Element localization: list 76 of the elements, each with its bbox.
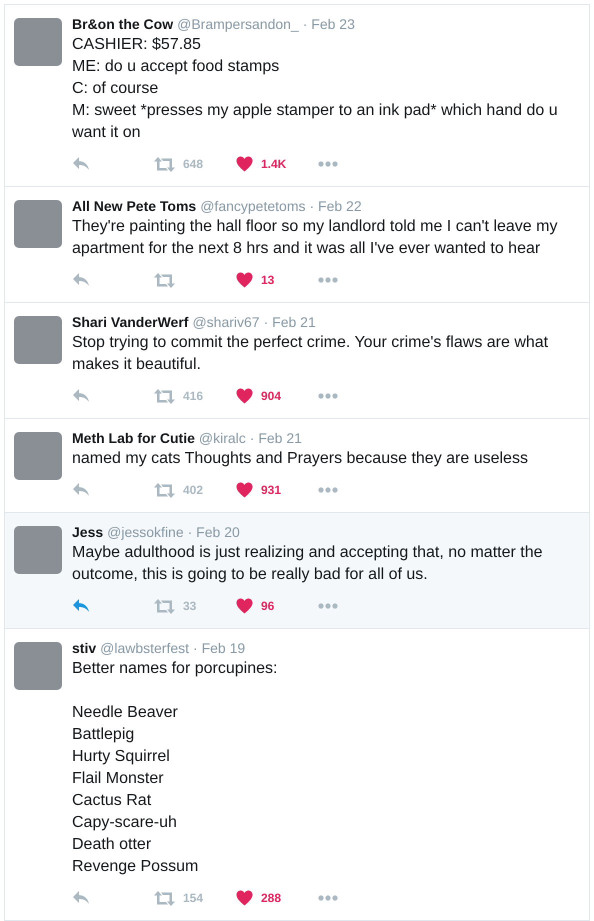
user-name[interactable]: All New Pete Toms — [72, 198, 196, 214]
tweet-text: Flail Monster — [72, 769, 165, 789]
user-name[interactable]: Shari VanderWerf — [72, 314, 188, 330]
user-handle[interactable]: @kiralc — [198, 430, 246, 446]
avatar-photo-placeholder[interactable] — [14, 200, 62, 248]
heart-icon[interactable] — [236, 388, 253, 404]
reply-icon[interactable] — [72, 482, 91, 498]
user-handle[interactable]: @jessokfine — [107, 524, 184, 540]
tweet-text: Capy-scare-uh — [72, 813, 178, 833]
reply-icon[interactable] — [72, 156, 91, 172]
tweet-text: Battlepig — [72, 725, 136, 745]
retweet-icon[interactable] — [154, 482, 175, 498]
retweet-count: 33 — [183, 599, 196, 613]
retweet-icon[interactable] — [154, 388, 175, 404]
reply-icon[interactable] — [72, 598, 91, 614]
avatar-photo-placeholder[interactable] — [14, 642, 62, 690]
tweet-text: Needle Beaver — [72, 703, 179, 723]
tweet-text: named my cats Thoughts and Prayers because they are useless — [72, 449, 529, 469]
like-count: 904 — [261, 389, 282, 403]
more-icon[interactable] — [318, 895, 338, 901]
more-icon[interactable] — [318, 277, 338, 283]
user-handle[interactable]: @Brampersandon_ — [177, 16, 299, 32]
reply-icon[interactable] — [72, 890, 91, 906]
tweet-text: Better names for porcupines: — [72, 659, 278, 679]
retweet-icon[interactable] — [154, 272, 175, 288]
tweet-text: They're painting the hall floor so my landlord told me I can't leave my apartment for the next 8 hrs and it was all I've ever wanted to hear — [72, 217, 558, 259]
retweet-count: 154 — [183, 891, 204, 905]
avatar-photo-placeholder[interactable] — [14, 316, 62, 364]
user-handle[interactable]: @shariv67 — [192, 314, 260, 330]
more-icon[interactable] — [318, 603, 338, 609]
retweet-icon[interactable] — [154, 156, 175, 172]
more-icon[interactable] — [318, 161, 338, 167]
user-name[interactable]: Jess — [72, 524, 104, 540]
tweet-text: Maybe adulthood is just realizing and accepting that, no matter the outcome, this is going to be really bad for all of us. — [72, 543, 544, 585]
tweet-text: Stop trying to commit the perfect crime. Your crime's flaws are what makes it beautiful. — [72, 333, 550, 375]
like-count: 13 — [261, 273, 274, 287]
tweet-date[interactable]: · Feb 22 — [309, 198, 362, 214]
user-name[interactable]: Meth Lab for Cutie — [72, 430, 195, 446]
like-count: 1.4K — [261, 157, 286, 171]
more-icon[interactable] — [318, 487, 338, 493]
heart-icon[interactable] — [236, 156, 253, 172]
avatar-photo-placeholder[interactable] — [14, 18, 62, 66]
reply-icon[interactable] — [72, 388, 91, 404]
tweet-date[interactable]: · Feb 21 — [250, 430, 302, 446]
avatar-photo-placeholder[interactable] — [14, 432, 62, 480]
tweet-text: ME: do u accept food stamps — [72, 57, 280, 77]
retweet-icon[interactable] — [154, 598, 175, 614]
tweet-date[interactable]: · Feb 23 — [302, 16, 355, 32]
avatar-photo-placeholder[interactable] — [14, 526, 62, 574]
reply-icon[interactable] — [72, 272, 91, 288]
tweet-text: Cactus Rat — [72, 791, 152, 811]
tweet-date[interactable]: · Feb 21 — [264, 314, 316, 330]
heart-icon[interactable] — [236, 482, 253, 498]
tweet-text: CASHIER: $57.85 — [72, 35, 202, 55]
heart-icon[interactable] — [236, 272, 253, 288]
retweet-count: 416 — [183, 389, 204, 403]
retweet-icon[interactable] — [154, 890, 175, 906]
like-count: 96 — [261, 599, 274, 613]
tweet-text: M: sweet *presses my apple stamper to an ink pad* which hand do u want it on — [72, 101, 559, 143]
user-name[interactable]: stiv — [72, 640, 96, 656]
heart-icon[interactable] — [236, 598, 253, 614]
retweet-count: 402 — [183, 483, 204, 497]
user-handle[interactable]: @fancypetetoms — [200, 198, 306, 214]
like-count: 288 — [261, 891, 282, 905]
tweet-text: Death otter — [72, 835, 152, 855]
user-name[interactable]: Br&on the Cow — [72, 16, 174, 32]
tweet-date[interactable]: · Feb 19 — [193, 640, 246, 656]
tweet-text: C: of course — [72, 79, 160, 99]
retweet-count: 648 — [183, 157, 204, 171]
tweet-text: Hurty Squirrel — [72, 747, 171, 767]
tweet-date[interactable]: · Feb 20 — [188, 524, 240, 540]
user-handle[interactable]: @lawbsterfest — [100, 640, 190, 656]
like-count: 931 — [261, 483, 282, 497]
more-icon[interactable] — [318, 393, 338, 399]
tweet-text: Revenge Possum — [72, 857, 200, 877]
heart-icon[interactable] — [236, 890, 253, 906]
